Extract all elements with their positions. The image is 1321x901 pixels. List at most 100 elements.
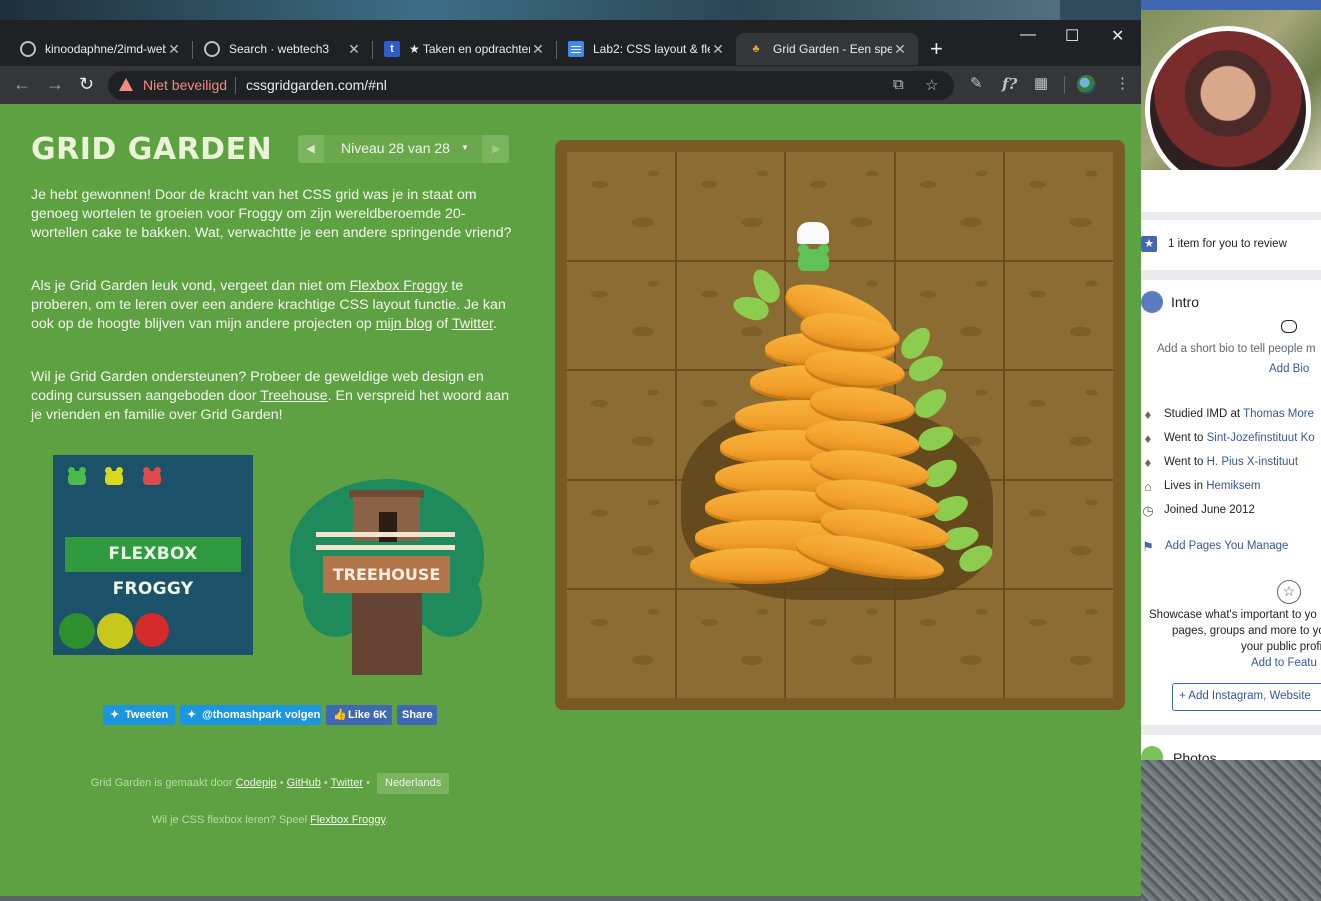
tab-title: Search · webtech3 <box>229 42 330 56</box>
blog-link[interactable]: mijn blog <box>376 316 433 332</box>
reload-icon[interactable]: ↻ <box>79 73 94 95</box>
github-link[interactable]: GitHub <box>287 777 321 789</box>
soil-cell <box>567 152 675 260</box>
red-lilypad-icon <box>135 613 169 647</box>
toolbar-separator <box>1064 76 1065 94</box>
chef-hat-icon <box>797 222 829 244</box>
docs-icon <box>568 41 584 57</box>
back-arrow-icon[interactable]: ← <box>13 73 31 95</box>
soil-cell <box>676 590 785 698</box>
forward-arrow-icon[interactable]: → <box>46 73 64 95</box>
twitter-bird-icon: ✦ <box>110 709 120 721</box>
soil-cell <box>1005 590 1113 698</box>
treehouse-door <box>379 512 397 542</box>
font-extension-icon[interactable]: f? <box>1002 75 1017 93</box>
page-title[interactable]: GRID GARDEN <box>31 132 272 167</box>
green-frog-icon <box>68 467 86 485</box>
green-lilypad-icon <box>59 613 95 649</box>
next-level-arrow-icon[interactable]: ▶ <box>484 135 509 163</box>
close-icon[interactable]: ✕ <box>346 41 362 58</box>
soil-cell <box>895 152 1004 260</box>
tab-grid-garden[interactable]: ♣ Grid Garden - Een spel ✕ <box>736 33 918 65</box>
language-selector[interactable]: Nederlands <box>377 773 450 794</box>
minimize-icon[interactable]: — <box>1020 26 1036 44</box>
school-link-2[interactable]: H. Pius X-instituut <box>1207 456 1298 468</box>
froggy-chef-icon <box>798 244 829 271</box>
thomas-more-link[interactable]: Thomas More <box>1243 408 1314 420</box>
detail-lives-in: Lives in Hemiksem <box>1164 480 1261 492</box>
flexbox-froggy-link[interactable]: Flexbox Froggy <box>350 278 448 294</box>
photos-title[interactable]: Photos <box>1173 750 1217 760</box>
promo-paragraph: Als je Grid Garden leuk vond, vergeet da… <box>31 278 506 332</box>
red-frog-icon <box>143 467 161 485</box>
facebook-card-blank <box>1141 170 1321 212</box>
soil-cell <box>567 261 675 370</box>
home-icon: ⌂ <box>1144 479 1152 494</box>
add-bio-link[interactable]: Add Bio <box>1269 363 1309 375</box>
intro-title: Intro <box>1171 294 1200 310</box>
page-content: GRID GARDEN ◀ Niveau 28 van 28 ▼ ▶ Je he… <box>0 104 1141 896</box>
facebook-share-button[interactable]: Share <box>397 705 437 725</box>
bio-prompt: Add a short bio to tell people m <box>1157 343 1316 355</box>
bookmark-star-icon[interactable]: ☆ <box>925 76 938 94</box>
tab-google-docs[interactable]: Lab2: CSS layout & flex ✕ <box>556 33 736 65</box>
profile-globe-icon[interactable] <box>1077 75 1096 94</box>
github-icon <box>20 41 36 57</box>
puzzle-extension-icon[interactable]: ▦ <box>1034 75 1048 93</box>
graduation-cap-icon: ♦ <box>1144 407 1152 422</box>
facebook-window: ★ 1 item for you to review Intro Add a s… <box>1141 0 1321 760</box>
address-bar[interactable]: Niet beveiligd cssgridgarden.com/#nl ⧉ ☆ <box>108 71 954 100</box>
hometown-link[interactable]: Hemiksem <box>1206 480 1260 492</box>
caret-down-icon: ▼ <box>461 143 469 152</box>
tweet-button[interactable]: ✦ Tweeten <box>103 705 175 725</box>
close-icon[interactable]: ✕ <box>710 41 726 58</box>
soil-cell <box>676 152 785 260</box>
new-tab-button[interactable]: + <box>930 38 943 60</box>
close-icon[interactable]: ✕ <box>530 41 546 58</box>
previous-level-arrow-icon[interactable]: ◀ <box>298 135 323 163</box>
school-link-1[interactable]: Sint-Jozefinstituut Ko <box>1207 432 1315 444</box>
github-icon <box>204 41 220 57</box>
translate-icon[interactable]: ⧉ <box>893 76 904 93</box>
security-label[interactable]: Niet beveiligd <box>143 77 227 93</box>
footer-flexbox-froggy-link[interactable]: Flexbox Froggy <box>310 814 385 826</box>
detail-went-to-1: Went to Sint-Jozefinstituut Ko <box>1164 432 1315 444</box>
soil-cell <box>786 590 894 698</box>
photos-card[interactable] <box>1141 735 1321 760</box>
carrot-icon: ♣ <box>752 43 760 55</box>
graduation-cap-icon: ♦ <box>1144 431 1152 446</box>
tab-tumblr[interactable]: t ★ Taken en opdrachten ✕ <box>372 33 556 65</box>
soil-cell <box>895 590 1004 698</box>
follow-button[interactable]: ✦ @thomashpark volgen <box>180 705 321 725</box>
showcase-line-2: pages, groups and more to your <box>1172 625 1321 637</box>
url-text[interactable]: cssgridgarden.com/#nl <box>246 77 387 93</box>
soil-cell <box>567 590 675 698</box>
eyedropper-extension-icon[interactable]: ✎ <box>970 75 983 93</box>
win-paragraph: Je hebt gewonnen! Door de kracht van het… <box>31 187 512 241</box>
tab-github-repo[interactable]: kinoodaphne/2imd-web ✕ <box>8 33 192 65</box>
facebook-like-button[interactable]: 👍 Like 6K <box>326 705 392 725</box>
footer-twitter-link[interactable]: Twitter <box>331 777 363 789</box>
codepip-link[interactable]: Codepip <box>236 777 277 789</box>
close-icon[interactable]: ✕ <box>166 41 182 58</box>
add-featured-link[interactable]: Add to Featu <box>1251 657 1317 669</box>
close-window-icon[interactable]: ✕ <box>1111 26 1124 46</box>
treehouse-link[interactable]: Treehouse <box>260 388 327 404</box>
tab-github-search[interactable]: Search · webtech3 ✕ <box>192 33 372 65</box>
review-text[interactable]: 1 item for you to review <box>1168 238 1287 250</box>
desktop-wallpaper-corner <box>1141 760 1321 901</box>
tab-strip: kinoodaphne/2imd-web ✕ Search · webtech3… <box>0 20 1141 66</box>
tab-title: Grid Garden - Een spel <box>773 42 892 56</box>
footer-flexbox: Wil je CSS flexbox leren? Speel Flexbox … <box>151 814 389 826</box>
profile-avatar[interactable] <box>1145 26 1311 192</box>
showcase-line-1: Showcase what's important to yo <box>1149 609 1317 621</box>
menu-dots-icon[interactable]: ⋮ <box>1115 75 1130 93</box>
twitter-link[interactable]: Twitter <box>452 316 493 332</box>
level-label: Niveau 28 van 28 <box>341 140 450 156</box>
flexbox-froggy-promo[interactable]: FLEXBOX FROGGY <box>53 455 253 655</box>
yellow-lilypad-icon <box>97 613 133 649</box>
browser-toolbar: ← → ↻ Niet beveiligd cssgridgarden.com/#… <box>0 66 1141 104</box>
add-pages-link[interactable]: Add Pages You Manage <box>1165 540 1288 552</box>
maximize-icon[interactable]: ☐ <box>1065 26 1079 46</box>
close-icon[interactable]: ✕ <box>892 41 908 58</box>
